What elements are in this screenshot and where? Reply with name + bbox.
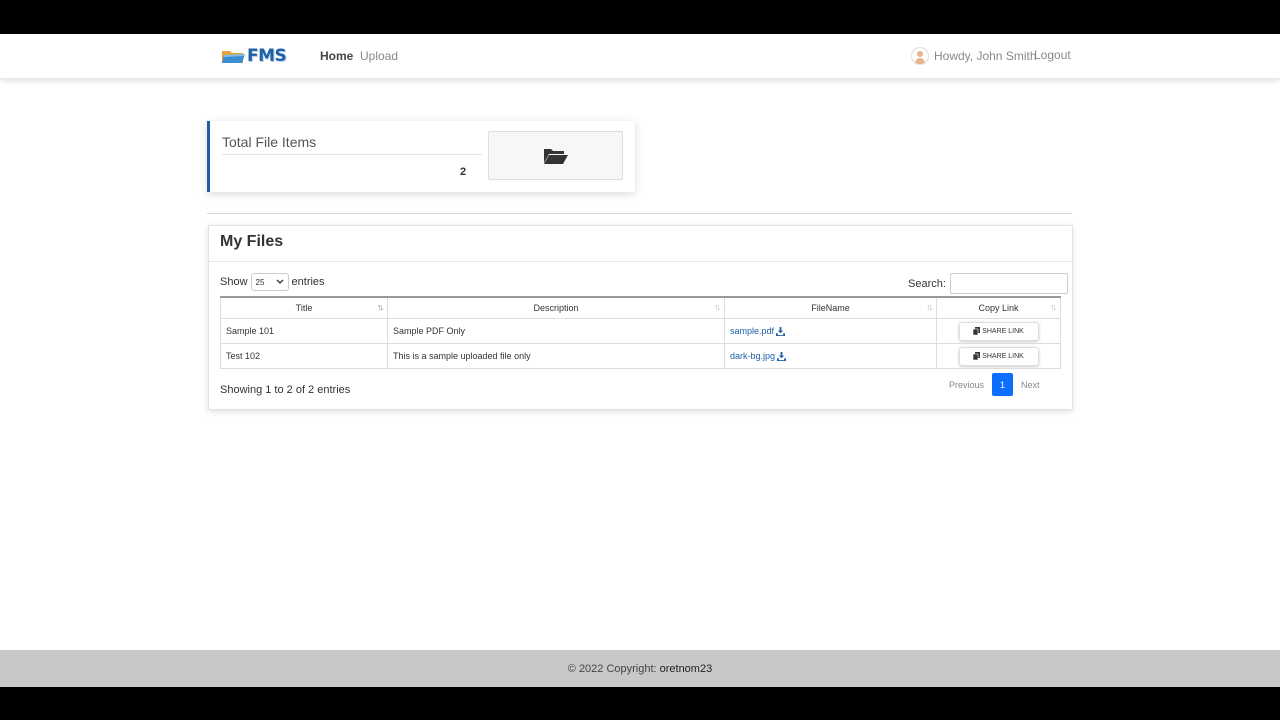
download-icon — [776, 327, 786, 337]
cell-filename: sample.pdf — [724, 318, 937, 344]
nav-upload-link[interactable]: Upload — [360, 49, 398, 63]
copy-icon — [973, 327, 981, 335]
my-files-card: My Files Show 25 entries Search: Title ↑ — [208, 225, 1073, 410]
stat-value: 2 — [460, 166, 467, 178]
search-control: Search: — [908, 273, 1068, 294]
files-table: Title ↑↓ Description ↑↓ FileName ↑↓ Copy… — [220, 296, 1061, 369]
column-header-filename[interactable]: FileName ↑↓ — [724, 296, 937, 319]
card-title: My Files — [220, 233, 284, 250]
stat-title: Total File Items — [222, 134, 482, 155]
stat-icon-box — [488, 131, 623, 180]
entries-per-page-select[interactable]: 25 — [250, 273, 289, 291]
copy-icon — [973, 352, 981, 360]
brand-logo[interactable]: FMS — [221, 45, 287, 67]
cell-action: SHARE LINK — [936, 343, 1061, 369]
footer-author-link[interactable]: oretnom23 — [660, 663, 713, 675]
brand-text: FMS — [247, 46, 287, 66]
search-label: Search: — [908, 277, 946, 290]
footer: © 2022 Copyright: oretnom23 — [0, 650, 1280, 687]
sort-icon: ↑↓ — [926, 302, 933, 312]
folder-logo-icon — [222, 51, 245, 63]
length-control: Show 25 entries — [220, 273, 325, 291]
column-header-title[interactable]: Title ↑↓ — [220, 296, 388, 319]
footer-text: © 2022 Copyright: — [567, 662, 657, 675]
sort-icon: ↑↓ — [1050, 302, 1057, 312]
user-menu[interactable]: Howdy, John Smith — [911, 47, 1037, 65]
cell-title: Sample 101 — [220, 318, 388, 344]
sort-icon: ↑↓ — [377, 302, 384, 312]
chevron-down-icon — [276, 279, 283, 284]
nav-home-link[interactable]: Home — [320, 49, 353, 63]
length-label-suffix: entries — [291, 276, 325, 288]
cell-filename: dark-bg.jpg — [724, 343, 937, 369]
logout-link[interactable]: Logout — [1034, 48, 1071, 62]
avatar — [911, 47, 929, 65]
cell-description: Sample PDF Only — [387, 318, 725, 344]
cell-title: Test 102 — [220, 343, 388, 369]
column-header-copy-link[interactable]: Copy Link ↑↓ — [936, 296, 1061, 319]
navbar: FMS Home Upload Howdy, John Smith Logout — [0, 34, 1280, 79]
pagination-next[interactable]: Next — [1021, 380, 1040, 390]
user-greeting: Howdy, John Smith — [934, 49, 1037, 63]
download-icon — [777, 352, 787, 362]
pagination: Previous 1 Next — [949, 373, 1040, 396]
share-link-button[interactable]: SHARE LINK — [958, 321, 1039, 341]
cell-action: SHARE LINK — [936, 318, 1061, 344]
entries-per-page-value: 25 — [255, 277, 265, 287]
app-page: FMS Home Upload Howdy, John Smith Logout… — [0, 34, 1280, 687]
cell-description: This is a sample uploaded file only — [387, 343, 725, 369]
pagination-previous[interactable]: Previous — [949, 380, 984, 390]
table-info: Showing 1 to 2 of 2 entries — [220, 384, 351, 396]
table-row: Test 102 This is a sample uploaded file … — [220, 343, 1061, 369]
total-files-card: Total File Items 2 — [207, 121, 635, 192]
pagination-page-current[interactable]: 1 — [992, 373, 1014, 396]
search-input[interactable] — [949, 273, 1068, 294]
table-header-row: Title ↑↓ Description ↑↓ FileName ↑↓ Copy… — [220, 296, 1061, 319]
file-download-link[interactable]: dark-bg.jpg — [730, 351, 787, 362]
divider — [207, 213, 1072, 214]
sort-icon: ↑↓ — [714, 302, 721, 312]
share-link-button[interactable]: SHARE LINK — [958, 346, 1039, 366]
folder-open-icon — [543, 148, 568, 164]
column-header-description[interactable]: Description ↑↓ — [387, 296, 725, 319]
table-row: Sample 101 Sample PDF Only sample.pdf SH… — [220, 318, 1061, 344]
file-download-link[interactable]: sample.pdf — [730, 326, 786, 337]
length-label-prefix: Show — [220, 276, 248, 288]
card-header: My Files — [209, 226, 1072, 262]
